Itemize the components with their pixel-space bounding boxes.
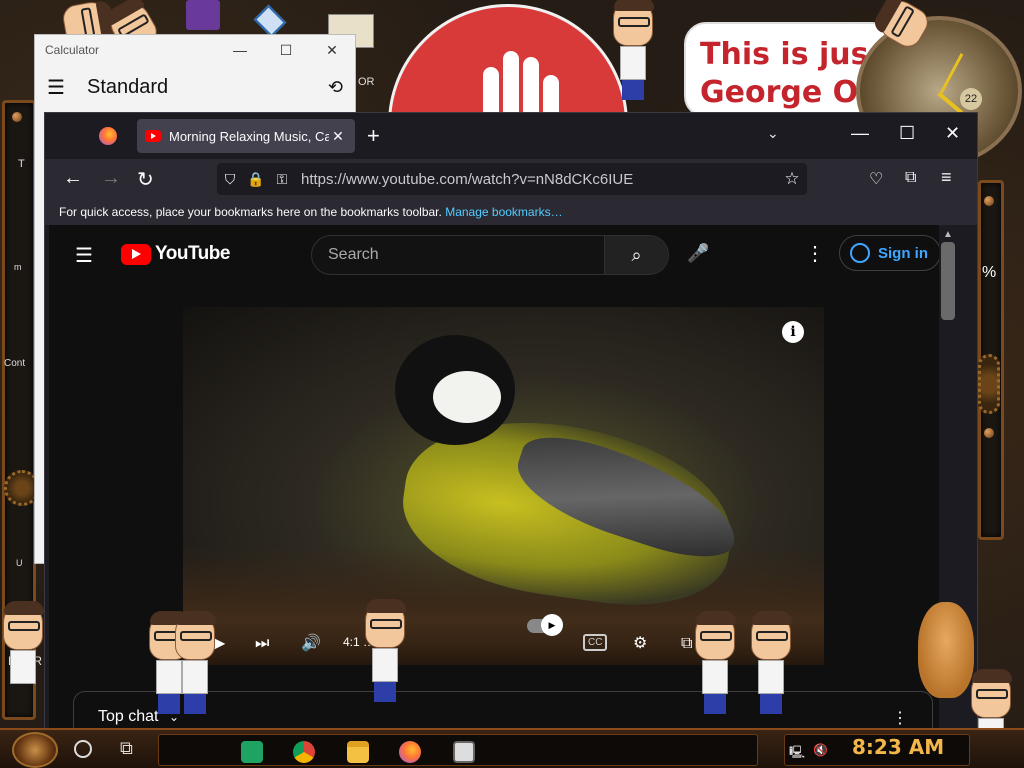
bookmark-star-icon[interactable]: ☆ (777, 169, 807, 189)
url-bar[interactable]: ⛉ 🔒 ⚿ https://www.youtube.com/watch?v=nN… (217, 163, 807, 195)
minimize-button[interactable]: — (851, 123, 869, 144)
taskbar-clock[interactable]: 8:23 AM (852, 735, 944, 759)
app-menu-icon[interactable]: ≡ (941, 167, 952, 188)
youtube-logo-text: YouTube (155, 243, 230, 264)
cartoon-character-icon (0, 601, 46, 684)
search-input[interactable] (312, 236, 604, 274)
extensions-icon[interactable]: ⧉ (905, 169, 916, 187)
hamster-icon (918, 602, 974, 698)
maximize-button[interactable]: ☐ (263, 42, 309, 59)
youtube-favicon-icon (145, 130, 161, 142)
calculator-icon[interactable] (453, 741, 475, 763)
cartoon-character-icon (362, 599, 408, 702)
calculator-title: Calculator (45, 43, 100, 57)
desktop-label: Cont (4, 358, 26, 369)
video-frame-bird-cheek (433, 371, 501, 423)
close-button[interactable]: ✕ (309, 42, 355, 59)
tracking-shield-icon[interactable]: ⛉ (217, 171, 243, 188)
tab-close-button[interactable]: ✕ (329, 128, 347, 145)
bookmarks-toolbar: For quick access, place your bookmarks h… (45, 199, 977, 225)
rivet-decoration (984, 428, 994, 438)
firefox-icon[interactable] (399, 741, 421, 763)
sign-in-label: Sign in (878, 244, 928, 262)
sign-in-button[interactable]: Sign in (839, 235, 941, 271)
guide-menu-icon[interactable]: ☰ (75, 243, 93, 268)
desktop-label: OR (358, 76, 375, 88)
next-button[interactable]: ⏭ (255, 635, 269, 653)
account-icon (850, 243, 870, 263)
miniplayer-icon[interactable]: ⧉ (681, 635, 692, 653)
desktop-label: % (982, 264, 997, 281)
taskbar-apps (158, 734, 758, 766)
calculator-header: ☰ Standard ⟲ (35, 65, 355, 110)
start-button[interactable] (12, 732, 58, 768)
history-icon[interactable]: ⟲ (328, 77, 343, 98)
info-icon[interactable]: i (782, 321, 804, 343)
bookmarks-hint: For quick access, place your bookmarks h… (59, 205, 442, 219)
virtualbox-icon[interactable] (253, 4, 287, 38)
manage-bookmarks-link[interactable]: Manage bookmarks… (445, 205, 562, 219)
desktop-label: m (14, 262, 22, 272)
quote-line: This is jus (700, 37, 869, 72)
calculator-titlebar[interactable]: Calculator — ☐ ✕ (35, 35, 355, 65)
desktop-label: U (16, 558, 23, 568)
file-explorer-icon[interactable] (347, 741, 369, 763)
autoplay-toggle[interactable] (527, 614, 563, 636)
microphone-icon[interactable]: 🎤 (687, 243, 709, 264)
youtube-logo-icon (121, 243, 151, 265)
search-icon[interactable] (74, 740, 92, 758)
cartoon-character-icon (692, 611, 738, 714)
back-button[interactable]: ← (63, 167, 83, 190)
more-options-icon[interactable]: ⋮ (892, 708, 908, 728)
list-all-tabs-button[interactable]: ⌄ (767, 125, 779, 142)
clock-date: 22 (960, 88, 982, 110)
sheets-icon[interactable] (241, 741, 263, 763)
new-tab-button[interactable]: + (367, 123, 380, 149)
minimize-button[interactable]: — (217, 42, 263, 58)
scroll-up-icon[interactable]: ▲ (939, 225, 957, 240)
gear-icon (978, 354, 1000, 414)
desktop-label: T (18, 158, 25, 170)
navigation-toolbar: ← → ↻ ⛉ 🔒 ⚿ https://www.youtube.com/watc… (45, 159, 977, 199)
scroll-thumb[interactable] (941, 242, 955, 320)
url-text[interactable]: https://www.youtube.com/watch?v=nN8dCKc6… (295, 171, 777, 188)
more-options-icon[interactable]: ⋮ (805, 241, 825, 266)
desktop-app-icon[interactable] (186, 0, 220, 30)
chrome-icon[interactable] (293, 741, 315, 763)
volume-muted-icon[interactable]: 🔇 (813, 743, 828, 757)
volume-icon[interactable]: 🔊 (301, 633, 321, 653)
maximize-button[interactable]: ☐ (899, 123, 915, 144)
captions-button[interactable]: CC (583, 634, 608, 651)
tab-title: Morning Relaxing Music, Calm (169, 128, 329, 144)
network-icon[interactable]: 🖳 (789, 743, 805, 764)
lock-icon[interactable]: 🔒 (243, 171, 269, 188)
youtube-masthead: ☰ YouTube ⌕ 🎤 ⋮ Sign in (49, 225, 957, 285)
rivet-decoration (984, 196, 994, 206)
quote-line: George O (700, 75, 859, 110)
pocket-icon[interactable]: ♡ (869, 169, 883, 189)
permissions-icon[interactable]: ⚿ (269, 171, 295, 188)
search-icon[interactable]: ⌕ (604, 236, 668, 274)
forward-button[interactable]: → (101, 167, 121, 190)
search-box: ⌕ (311, 235, 669, 275)
cartoon-character-icon (748, 611, 794, 714)
tab-youtube[interactable]: Morning Relaxing Music, Calm ✕ (137, 119, 355, 153)
taskbar: ⧉ 🖳 🔇 8:23 AM (0, 728, 1024, 768)
firefox-view-icon[interactable] (99, 127, 117, 145)
reload-button[interactable]: ↻ (137, 167, 154, 192)
rivet-decoration (12, 112, 22, 122)
youtube-logo[interactable]: YouTube (121, 243, 230, 265)
settings-icon[interactable]: ⚙ (633, 633, 647, 653)
cartoon-character-icon (172, 611, 218, 714)
cartoon-character-icon (610, 0, 656, 100)
close-button[interactable]: ✕ (945, 123, 960, 144)
tab-bar: Morning Relaxing Music, Calm ✕ + ⌄ — ☐ ✕ (45, 113, 977, 159)
hamburger-icon[interactable]: ☰ (47, 75, 87, 100)
task-view-icon[interactable]: ⧉ (120, 738, 133, 759)
calculator-mode-label: Standard (87, 76, 169, 98)
